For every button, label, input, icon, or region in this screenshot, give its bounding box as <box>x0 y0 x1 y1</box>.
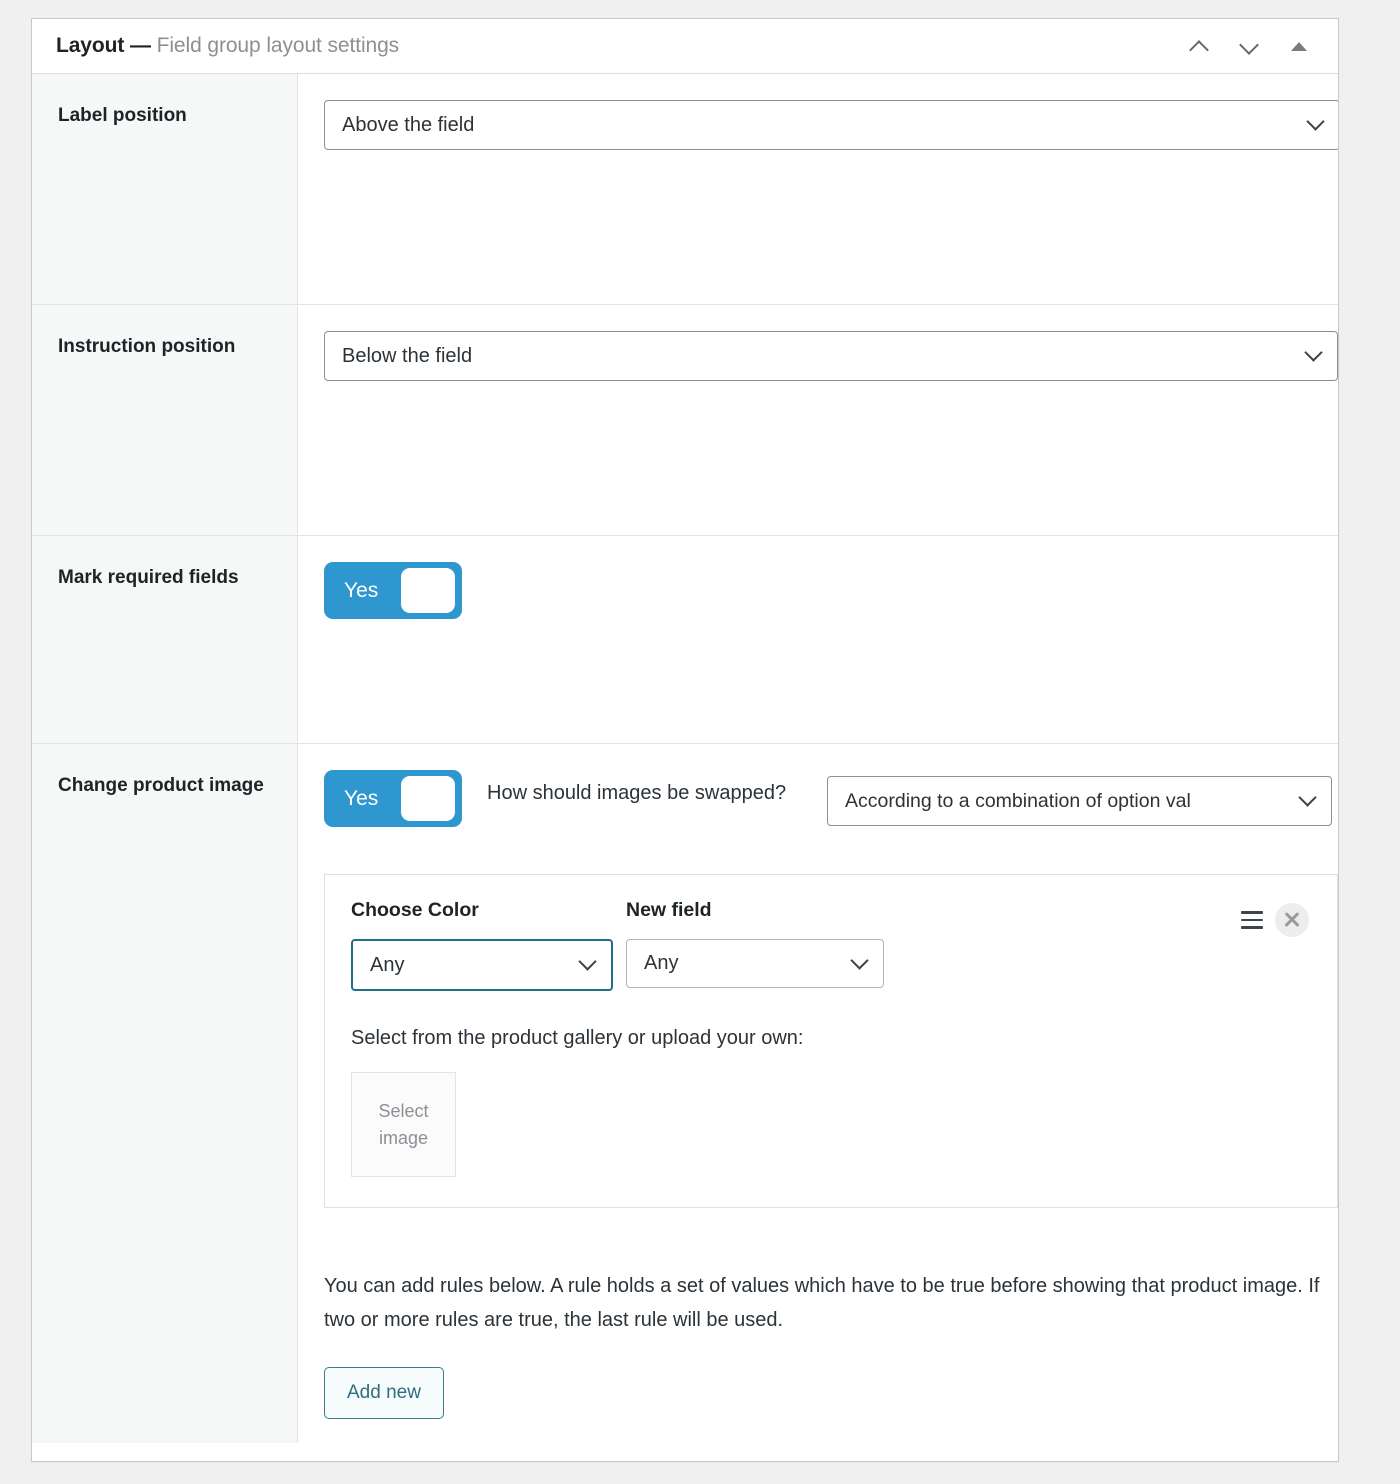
rule-card: Choose Color Any New field Any Select fr… <box>324 874 1338 1208</box>
chevron-up-icon <box>1191 41 1208 51</box>
add-new-button[interactable]: Add new <box>324 1367 444 1420</box>
chevron-down-icon <box>850 950 869 970</box>
toggle-knob <box>401 568 455 613</box>
rule-column-choose-color: Choose Color Any <box>351 899 626 991</box>
swap-method-select[interactable]: According to a combination of option val <box>827 776 1332 826</box>
row-instruction-position: Instruction position Below the field <box>32 305 1338 536</box>
rules-description: You can add rules below. A rule holds a … <box>324 1275 1320 1331</box>
instruction-position-select[interactable]: Below the field <box>324 331 1338 381</box>
rule-column-new-field: New field Any <box>626 899 901 988</box>
row-change-product-image: Change product image Yes How should imag… <box>32 744 1338 1444</box>
row-mark-required-fields: Mark required fields Yes <box>32 536 1338 744</box>
chevron-down-icon <box>1298 788 1317 807</box>
instruction-position-select-value: Below the field <box>342 344 473 367</box>
panel-title-main: Layout <box>56 34 125 57</box>
close-icon[interactable] <box>1275 903 1309 937</box>
drag-handle-icon[interactable] <box>1241 911 1263 929</box>
label-position-select-value: Above the field <box>342 113 475 136</box>
instruction-position-content: Below the field <box>298 305 1338 535</box>
toggle-knob <box>401 776 455 821</box>
choose-color-select-value: Any <box>370 953 405 976</box>
toggle-label: Yes <box>344 787 379 810</box>
change-product-image-content: Yes How should images be swapped? Accord… <box>298 744 1338 1444</box>
select-image-button[interactable]: Select image <box>351 1072 456 1177</box>
label-position-label: Label position <box>32 74 298 304</box>
triangle-up-icon <box>1291 41 1307 51</box>
new-field-select[interactable]: Any <box>626 939 884 988</box>
chevron-down-icon <box>1241 41 1258 51</box>
move-up-button[interactable] <box>1184 31 1214 61</box>
rule-card-tools <box>1241 899 1309 937</box>
swap-question-text: How should images be swapped? <box>487 782 787 804</box>
label-position-select[interactable]: Above the field <box>324 100 1338 150</box>
change-product-image-toggle[interactable]: Yes <box>324 770 462 827</box>
change-product-image-controls: Yes How should images be swapped? Accord… <box>324 770 1338 827</box>
mark-required-fields-label: Mark required fields <box>32 536 298 743</box>
rule-col2-title: New field <box>626 899 712 921</box>
row-label-position: Label position Above the field <box>32 74 1338 305</box>
panel-title-separator: — <box>124 34 157 57</box>
select-image-line-2: image <box>378 1127 429 1148</box>
label-position-content: Above the field <box>298 74 1338 304</box>
collapse-toggle-button[interactable] <box>1284 31 1314 61</box>
select-image-line-1: Select <box>378 1101 429 1122</box>
panel-header: Layout — Field group layout settings <box>32 19 1338 74</box>
mark-required-fields-content: Yes <box>298 536 1338 743</box>
swap-method-select-value: According to a combination of option val <box>845 789 1191 812</box>
swap-select-wrapper: According to a combination of option val <box>827 770 1332 826</box>
page-title: Layout — Field group layout settings <box>56 34 399 58</box>
layout-settings-panel: Layout — Field group layout settings Lab… <box>31 18 1339 1462</box>
instruction-position-label: Instruction position <box>32 305 298 535</box>
gallery-hint-text: Select from the product gallery or uploa… <box>351 1027 804 1049</box>
choose-color-select[interactable]: Any <box>351 939 613 991</box>
rule-col1-title: Choose Color <box>351 899 479 921</box>
panel-header-actions <box>1184 31 1320 61</box>
rule-card-header: Choose Color Any New field Any <box>351 899 1309 991</box>
new-field-select-value: Any <box>644 952 679 974</box>
chevron-down-icon <box>578 952 597 971</box>
change-product-image-label: Change product image <box>32 744 298 1444</box>
mark-required-fields-toggle[interactable]: Yes <box>324 562 462 619</box>
chevron-down-icon <box>1306 112 1325 131</box>
move-down-button[interactable] <box>1234 31 1264 61</box>
toggle-label: Yes <box>344 579 379 602</box>
chevron-down-icon <box>1304 343 1323 362</box>
panel-subtitle: Field group layout settings <box>156 34 400 57</box>
